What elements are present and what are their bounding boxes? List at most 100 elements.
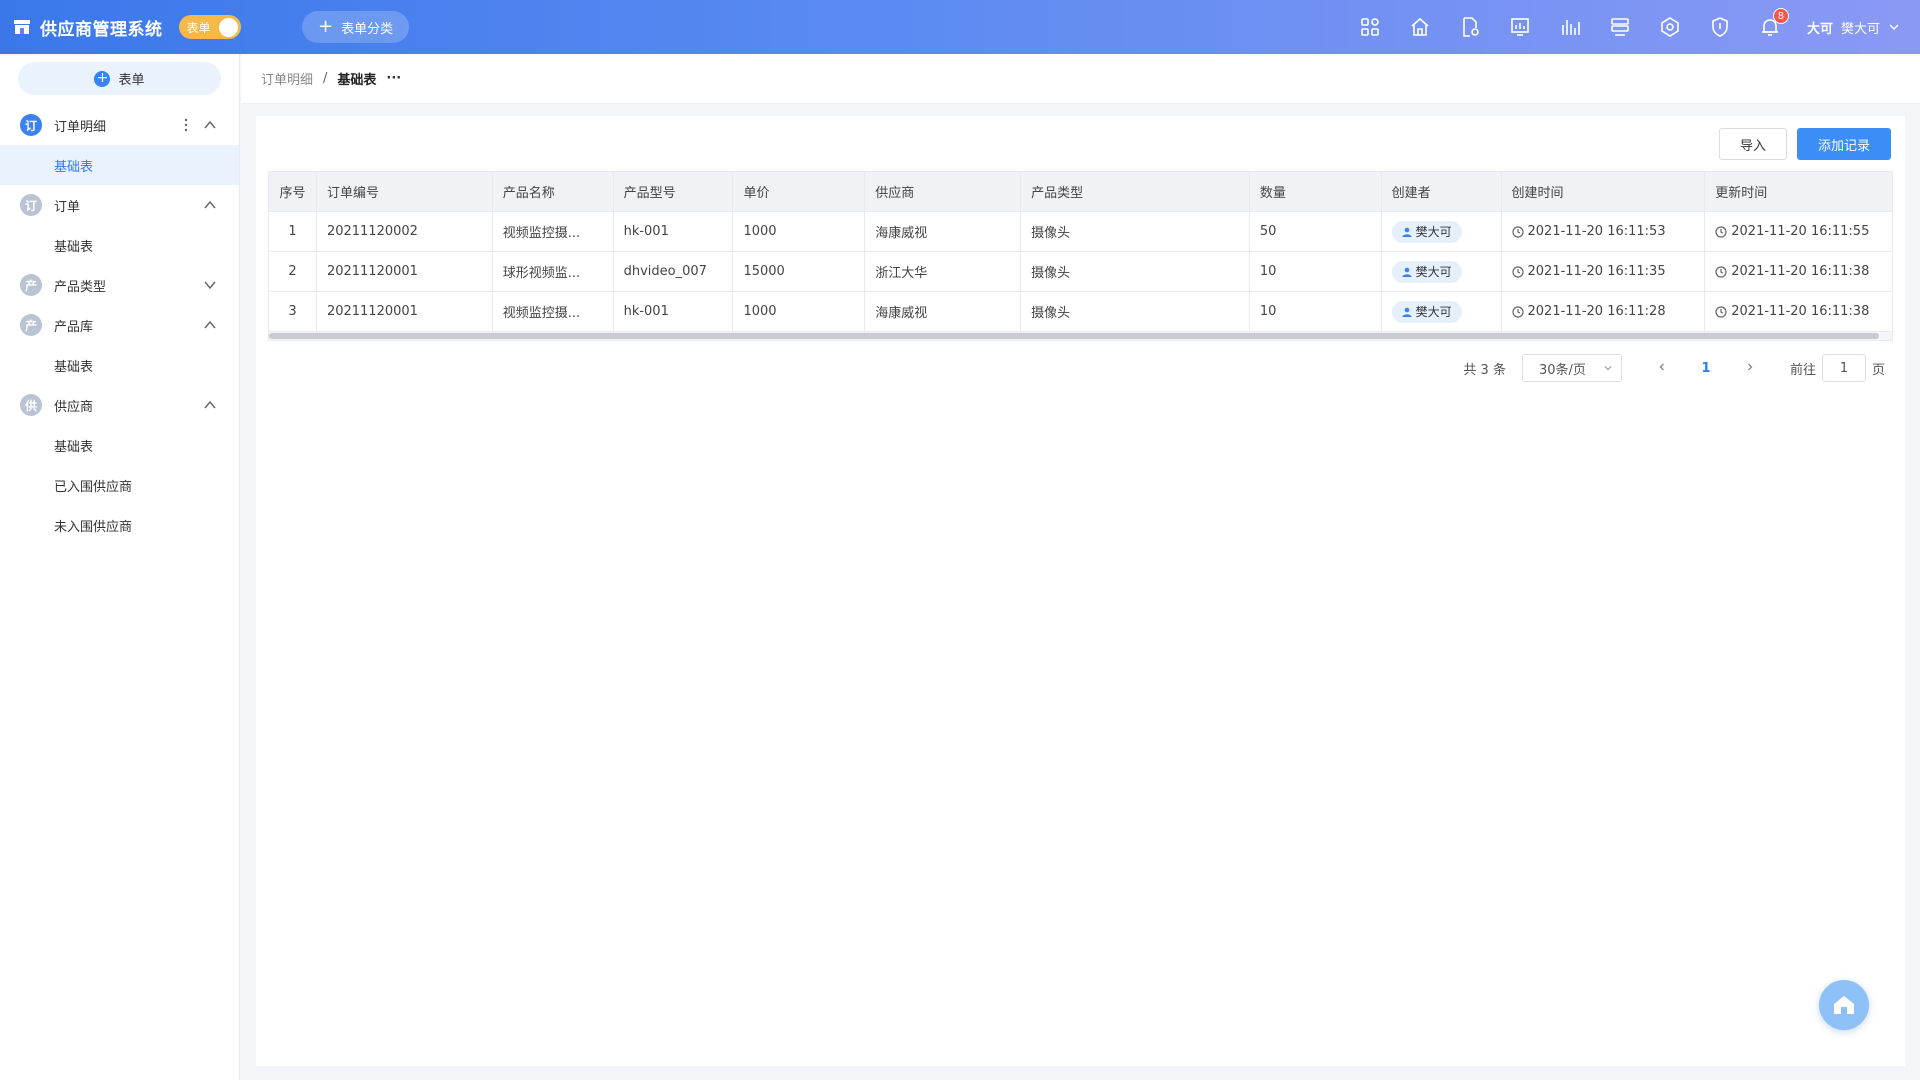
group-label: 供应商 xyxy=(54,399,94,415)
creator-name: 樊大可 xyxy=(1415,225,1452,239)
sidebar-group-supplier[interactable]: 供 供应商 xyxy=(0,385,239,425)
cell-model: hk-001 xyxy=(614,292,734,331)
column-header[interactable]: 产品名称 xyxy=(493,172,614,211)
cell-updated-at: 2021-11-20 16:11:55 xyxy=(1705,212,1892,251)
column-header[interactable]: 单价 xyxy=(733,172,866,211)
user-name: 樊大可 xyxy=(1840,21,1880,37)
more-vertical-icon[interactable] xyxy=(183,117,189,133)
main-card: 导入 添加记录 序号 订单编号 产品名称 产品型号 单价 供应商 产品类型 数量… xyxy=(256,116,1905,1066)
cell-product-type: 摄像头 xyxy=(1021,292,1250,331)
sidebar-group-product-library[interactable]: 产 产品库 xyxy=(0,305,239,345)
sidebar-item-product-library-base[interactable]: 基础表 xyxy=(0,345,239,385)
plus-circle-icon: + xyxy=(94,70,111,87)
document-settings-icon[interactable] xyxy=(1459,16,1481,38)
group-icon: 订 xyxy=(20,194,42,216)
table-row[interactable]: 2 20211120001 球形视频监... dhvideo_007 15000… xyxy=(269,252,1892,292)
group-icon: 订 xyxy=(20,114,42,136)
created-at-text: 2021-11-20 16:11:35 xyxy=(1527,264,1666,279)
user-menu[interactable]: 大可 樊大可 xyxy=(1807,18,1900,37)
dashboard-icon[interactable] xyxy=(1509,16,1531,38)
new-form-button[interactable]: + 表单 xyxy=(18,62,221,95)
cell-creator: 樊大可 xyxy=(1382,292,1502,331)
group-label: 订单明细 xyxy=(54,119,107,135)
sidebar-item-unshortlisted-suppliers[interactable]: 未入围供应商 xyxy=(0,505,239,545)
cell-quantity: 50 xyxy=(1250,212,1382,251)
cell-order-no: 20211120002 xyxy=(317,212,493,251)
sidebar-group-order[interactable]: 订 订单 xyxy=(0,185,239,225)
home-icon xyxy=(1834,996,1854,1014)
chevron-up-icon[interactable] xyxy=(203,399,217,411)
chevron-up-icon[interactable] xyxy=(203,119,217,131)
creator-name: 樊大可 xyxy=(1415,265,1452,279)
column-header[interactable]: 创建时间 xyxy=(1502,172,1706,211)
table-row[interactable]: 3 20211120001 视频监控摄... hk-001 1000 海康威视 … xyxy=(269,292,1892,332)
network-icon[interactable] xyxy=(1659,16,1681,38)
import-button[interactable]: 导入 xyxy=(1718,128,1787,160)
add-record-button[interactable]: 添加记录 xyxy=(1796,128,1891,160)
chevron-down-icon[interactable] xyxy=(203,279,217,291)
column-header[interactable]: 创建者 xyxy=(1382,172,1502,211)
chart-icon[interactable] xyxy=(1559,16,1581,38)
bell-icon[interactable]: 8 xyxy=(1759,8,1789,38)
creator-chip: 樊大可 xyxy=(1391,220,1462,243)
column-header[interactable]: 订单编号 xyxy=(317,172,493,211)
cell-index: 2 xyxy=(269,252,317,291)
updated-at-text: 2021-11-20 16:11:38 xyxy=(1731,304,1870,319)
page-size-select[interactable]: 30条/页 xyxy=(1521,354,1622,382)
column-header[interactable]: 更新时间 xyxy=(1705,172,1892,211)
horizontal-scrollbar[interactable] xyxy=(269,332,1892,340)
add-category-button[interactable]: + 表单分类 xyxy=(302,11,410,43)
sidebar-item-order-base[interactable]: 基础表 xyxy=(0,225,239,265)
column-header: 序号 xyxy=(269,172,317,211)
avatar: 大可 xyxy=(1806,21,1833,37)
user-icon xyxy=(1402,307,1412,317)
next-page-button[interactable] xyxy=(1736,361,1764,376)
column-header[interactable]: 数量 xyxy=(1250,172,1382,211)
cell-created-at: 2021-11-20 16:11:28 xyxy=(1502,292,1706,331)
page-size-value: 30条/页 xyxy=(1538,362,1586,378)
group-icon: 产 xyxy=(20,314,42,336)
column-header[interactable]: 产品类型 xyxy=(1021,172,1250,211)
breadcrumb: 订单明细 / 基础表 ··· xyxy=(241,54,1920,104)
cell-supplier: 海康威视 xyxy=(865,212,1022,251)
group-label: 订单 xyxy=(54,199,81,215)
group-label: 产品类型 xyxy=(54,279,107,295)
sidebar-group-product-type[interactable]: 产 产品类型 xyxy=(0,265,239,305)
cell-price: 1000 xyxy=(733,292,866,331)
floating-home-button[interactable] xyxy=(1819,980,1869,1030)
chevron-down-icon xyxy=(1604,366,1612,371)
chevron-left-icon xyxy=(1659,363,1664,370)
column-header[interactable]: 产品型号 xyxy=(614,172,734,211)
sidebar-item-shortlisted-suppliers[interactable]: 已入围供应商 xyxy=(0,465,239,505)
home-icon[interactable] xyxy=(1409,16,1431,38)
user-icon xyxy=(1402,227,1412,237)
apps-icon[interactable] xyxy=(1359,16,1381,38)
page-number-current[interactable]: 1 xyxy=(1692,361,1720,376)
chevron-up-icon[interactable] xyxy=(203,319,217,331)
scrollbar-thumb[interactable] xyxy=(269,333,1879,339)
cell-creator: 樊大可 xyxy=(1382,212,1502,251)
breadcrumb-parent[interactable]: 订单明细 xyxy=(261,69,313,88)
cell-index: 3 xyxy=(269,292,317,331)
plus-icon: + xyxy=(318,16,334,37)
goto-page-input[interactable]: 1 xyxy=(1821,354,1866,382)
prev-page-button[interactable] xyxy=(1648,361,1676,376)
top-icons: 8 大可 樊大可 xyxy=(1345,8,1920,38)
sidebar-group-order-detail[interactable]: 订 订单明细 xyxy=(0,105,239,145)
cell-product-name: 视频监控摄... xyxy=(493,292,614,331)
total-count: 共 3 条 xyxy=(1463,362,1506,378)
goto-prefix: 前往 xyxy=(1789,362,1816,378)
table-row[interactable]: 1 20211120002 视频监控摄... hk-001 1000 海康威视 … xyxy=(269,212,1892,252)
cell-order-no: 20211120001 xyxy=(317,252,493,291)
shield-icon[interactable] xyxy=(1709,16,1731,38)
server-icon[interactable] xyxy=(1609,16,1631,38)
clock-icon xyxy=(1511,305,1524,318)
sidebar-item-supplier-base[interactable]: 基础表 xyxy=(0,425,239,465)
sidebar-item-order-detail-base[interactable]: 基础表 xyxy=(0,145,239,185)
goto-suffix: 页 xyxy=(1871,362,1885,378)
chevron-up-icon[interactable] xyxy=(203,199,217,211)
column-header[interactable]: 供应商 xyxy=(865,172,1022,211)
more-icon[interactable]: ··· xyxy=(386,71,401,86)
mode-toggle[interactable]: 表单 xyxy=(178,15,241,39)
cell-order-no: 20211120001 xyxy=(317,292,493,331)
